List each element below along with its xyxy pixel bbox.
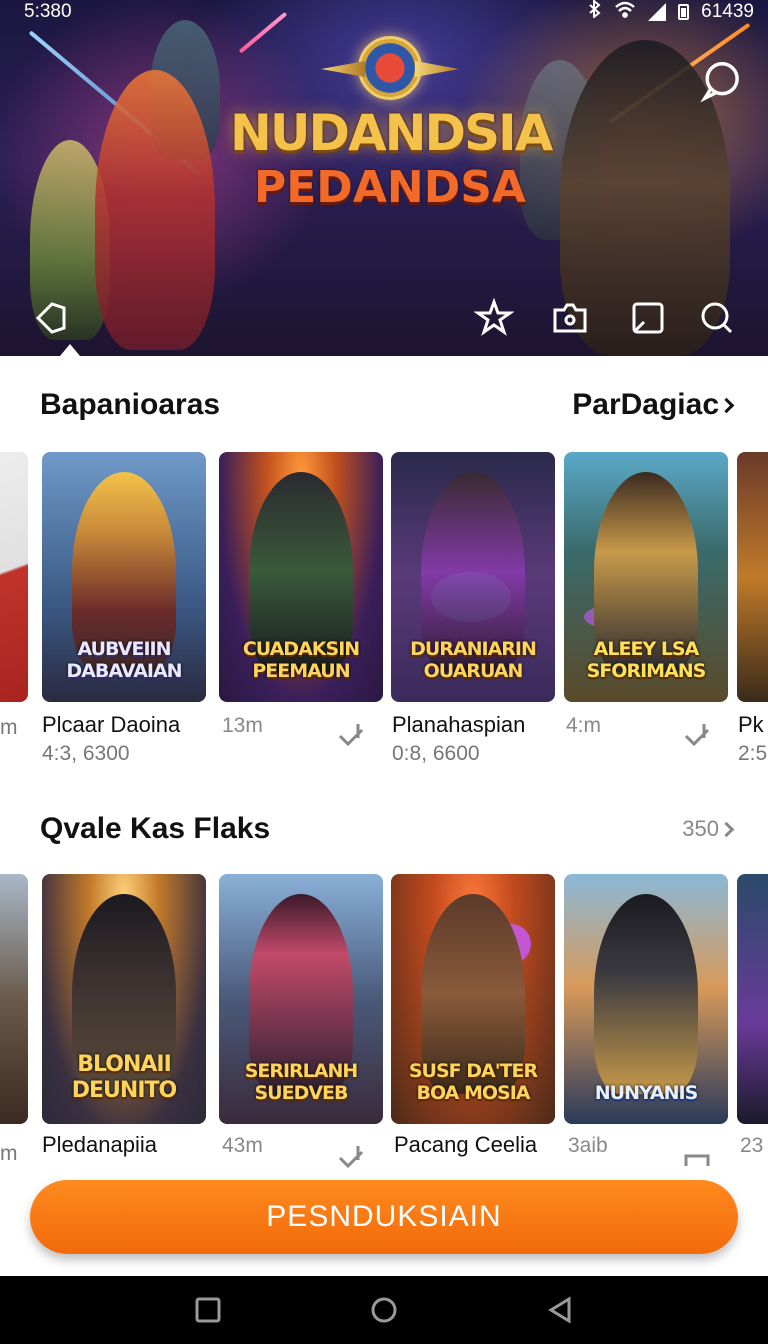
game-time: 13m [222, 714, 263, 737]
game-card-art-title: AUBVEIIN DABAVAIAN [66, 638, 182, 682]
game-card[interactable]: SUSF DA'TER BOA MOSIA [391, 874, 555, 1124]
game-card-art-title: SERIRLANH SUEDVEB [244, 1060, 359, 1104]
frame-icon[interactable] [628, 298, 668, 338]
game-card[interactable]: NUNYANIS [564, 874, 728, 1124]
home-icon[interactable] [369, 1295, 399, 1325]
system-navigation-bar [0, 1276, 768, 1344]
search-icon[interactable] [696, 298, 736, 338]
game-card-art-title: BLONAII DEUNITO [71, 1052, 177, 1103]
section-title: Bapanioaras [40, 388, 221, 421]
game-card-art-title: DURANIARIN OUARUAN [410, 638, 537, 682]
wifi-icon [614, 0, 636, 24]
see-all-link[interactable]: ParDagiac [572, 388, 735, 422]
game-name: Pledanapiia [42, 1132, 157, 1157]
game-time: 43m [222, 1134, 263, 1157]
hero-art-figure [95, 70, 215, 350]
game-carousel[interactable]: m AUBVEIIN DABAVAIAN Plcaar Daoina 4:3, … [0, 452, 768, 782]
game-name: Pacang Ceelia [394, 1132, 538, 1157]
section-title: Qvale Kas Flaks [40, 812, 271, 845]
see-all-count: 350 [682, 816, 719, 841]
download-icon[interactable] [682, 1142, 712, 1170]
back-icon[interactable] [545, 1295, 575, 1325]
chevron-right-icon [718, 821, 735, 837]
hero-banner: NUDANDSIA PEDANDSA [0, 0, 768, 356]
recent-apps-icon[interactable] [193, 1295, 223, 1325]
game-name: Pk [738, 712, 764, 737]
game-card-art [0, 874, 28, 1124]
primary-action-button[interactable]: PESNDUKSIAIN [30, 1180, 738, 1254]
game-card-art [737, 452, 768, 702]
game-stats: 0:8, 6600 [392, 742, 480, 765]
game-name: Planahaspian [392, 712, 526, 737]
game-card-size: m [0, 716, 18, 739]
game-card[interactable] [0, 874, 28, 1124]
selected-tab-indicator [60, 344, 80, 356]
game-card-art-title: NUNYANIS [594, 1082, 699, 1104]
game-card-size: m [0, 1142, 18, 1165]
game-time: 3aib [568, 1134, 608, 1157]
status-battery-level: 61439 [701, 1, 754, 22]
game-card-art-title: ALEEY LSA SFORIMANS [586, 638, 707, 682]
game-card-art [737, 874, 768, 1124]
game-card-art [0, 452, 28, 702]
game-card[interactable]: DURANIARIN OUARUAN [391, 452, 555, 702]
game-card[interactable]: ALEEY LSA SFORIMANS [564, 452, 728, 702]
chat-icon[interactable] [698, 58, 744, 104]
game-stats: 2:5 [738, 742, 768, 765]
status-bar: 5:380 61439 [0, 0, 768, 24]
game-time: 23 [740, 1134, 764, 1157]
section-header: Qvale Kas Flaks 350 [40, 812, 735, 846]
game-card[interactable]: SERIRLANH SUEDVEB [219, 874, 383, 1124]
battery-icon [678, 4, 690, 20]
game-carousel[interactable]: m BLONAII DEUNITO Pledanapiia SERIRLANH … [0, 874, 768, 1170]
game-card[interactable] [737, 874, 768, 1124]
signal-icon [648, 3, 667, 21]
logo-title: NUDANDSIA [230, 104, 553, 162]
game-card[interactable]: BLONAII DEUNITO [42, 874, 206, 1124]
logo-emblem [358, 36, 422, 100]
game-card[interactable] [0, 452, 28, 702]
camera-icon[interactable] [550, 298, 590, 338]
game-time: 4:m [566, 714, 602, 737]
game-stats: 4:3, 6300 [42, 742, 130, 765]
game-card[interactable]: CUADAKSIN PEEMAUN [219, 452, 383, 702]
see-all-link[interactable]: 350 [682, 816, 735, 842]
see-all-label: ParDagiac [572, 388, 719, 421]
game-card-art-title: SUSF DA'TER BOA MOSIA [408, 1060, 538, 1104]
game-card-art-title: CUADAKSIN PEEMAUN [242, 638, 360, 682]
game-card[interactable] [737, 452, 768, 702]
status-time: 5:380 [24, 1, 72, 22]
game-card[interactable]: AUBVEIIN DABAVAIAN [42, 452, 206, 702]
star-badge-icon[interactable] [473, 297, 515, 338]
download-icon[interactable] [336, 1142, 366, 1170]
download-icon[interactable] [682, 720, 712, 750]
game-logo: NUDANDSIA PEDANDSA [230, 36, 553, 236]
download-icon[interactable] [336, 720, 366, 750]
logo-subtitle: PEDANDSA [254, 162, 526, 213]
bluetooth-icon [588, 0, 602, 24]
chevron-right-icon [718, 397, 735, 413]
game-card-character [594, 894, 698, 1094]
tag-icon[interactable] [32, 298, 72, 338]
game-name: Plcaar Daoina [42, 712, 181, 737]
section-header: Bapanioaras ParDagiac [40, 388, 735, 422]
